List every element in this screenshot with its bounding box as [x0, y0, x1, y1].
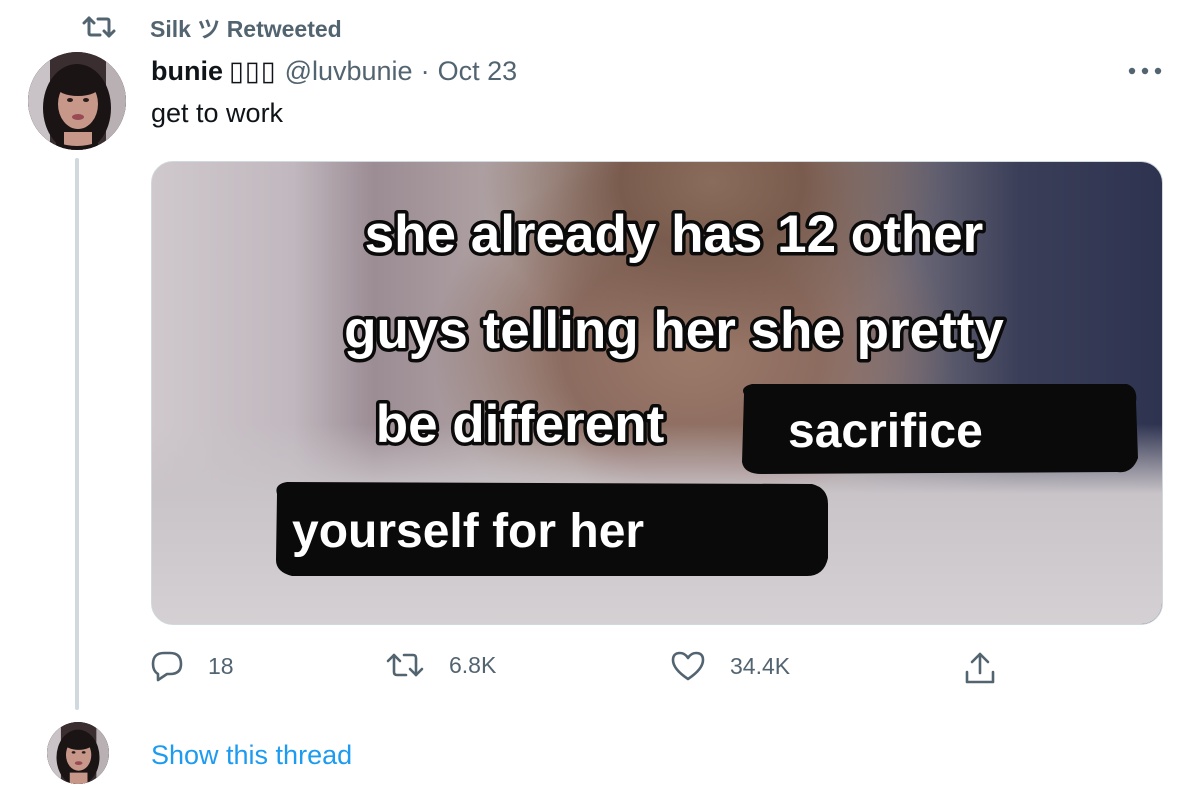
- share-button[interactable]: [962, 650, 1022, 686]
- name-emoji: ▯▯▯: [229, 55, 277, 86]
- display-name[interactable]: bunie: [151, 56, 223, 87]
- retweet-count: 6.8K: [449, 651, 497, 678]
- retweeted-by-label[interactable]: Silk ツ Retweeted: [150, 10, 342, 44]
- reply-button[interactable]: 18: [150, 650, 234, 682]
- separator-dot: ·: [420, 55, 430, 86]
- reply-count: 18: [208, 652, 234, 679]
- caption-sacrifice: sacrifice: [788, 405, 983, 458]
- overlay-line-3: be different: [376, 395, 665, 454]
- caption-yourself: yourself for her: [292, 505, 644, 558]
- retweet-icon: [82, 13, 122, 41]
- tweet-date[interactable]: Oct 23: [438, 56, 518, 87]
- tweet-header: bunie ▯▯▯ @luvbunie · Oct 23: [151, 52, 517, 90]
- retweet-header: Silk ツ Retweeted: [82, 10, 342, 44]
- thread-avatar[interactable]: [47, 722, 109, 784]
- more-icon[interactable]: [1125, 56, 1165, 86]
- reply-icon: [151, 651, 183, 682]
- retweet-button[interactable]: 6.8K: [385, 650, 496, 680]
- share-icon: [965, 652, 995, 684]
- overlay-line-2: guys telling her she pretty: [344, 301, 1004, 360]
- avatar[interactable]: [28, 52, 126, 150]
- retweet-icon: [386, 653, 424, 677]
- overlay-line-1: she already has 12 other: [365, 205, 984, 264]
- show-thread-link[interactable]: Show this thread: [151, 740, 352, 771]
- user-handle[interactable]: @luvbunie: [285, 56, 413, 87]
- thread-line: [75, 158, 79, 710]
- heart-icon: [671, 651, 705, 681]
- like-count: 34.4K: [730, 652, 791, 679]
- like-button[interactable]: 34.4K: [670, 650, 790, 682]
- media-overlay: she already has 12 other guys telling he…: [276, 202, 1138, 576]
- tweet-text: get to work: [151, 98, 284, 128]
- tweet-media[interactable]: she already has 12 other guys telling he…: [151, 161, 1163, 625]
